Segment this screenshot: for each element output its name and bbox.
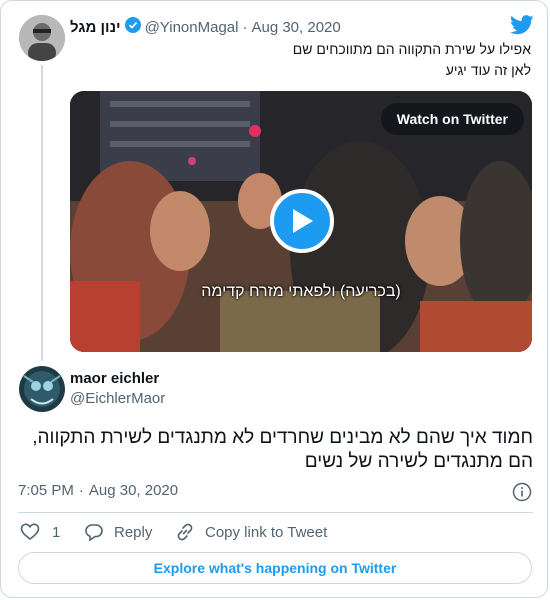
info-icon[interactable] xyxy=(512,482,532,507)
quoted-date[interactable]: Aug 30, 2020 xyxy=(251,19,340,36)
main-tweet-time[interactable]: 7:05 PM xyxy=(18,482,74,499)
thread-connector-line xyxy=(41,65,43,361)
main-tweet-separator: · xyxy=(78,482,84,499)
main-author-name[interactable]: maor eichler xyxy=(70,370,159,387)
quoted-text-line-2: לאן זה עוד יגיע xyxy=(445,62,531,78)
main-tweet-date[interactable]: Aug 30, 2020 xyxy=(89,482,178,499)
link-icon xyxy=(177,523,193,541)
tweet-embed-card: ינון מגל @YinonMagal · Aug 30, 2020 אפיל… xyxy=(0,0,548,598)
main-avatar[interactable] xyxy=(19,366,65,412)
like-count: 1 xyxy=(52,523,61,541)
video-subtitle: (בכריעה) ולפאתי מזרח קדימה xyxy=(201,283,401,300)
reply-button[interactable]: Reply xyxy=(84,522,152,542)
play-button[interactable] xyxy=(270,189,334,253)
video-thumbnail[interactable]: Watch on Twitter (בכריעה) ולפאתי מזרח קד… xyxy=(70,91,532,352)
quoted-separator: · xyxy=(242,19,248,36)
copy-link-label: Copy link to Tweet xyxy=(205,523,328,541)
main-author-handle[interactable]: @EichlerMaor xyxy=(70,390,165,407)
explore-twitter-button[interactable]: Explore what's happening on Twitter xyxy=(18,552,532,584)
quoted-author-handle[interactable]: @YinonMagal xyxy=(145,19,239,36)
play-icon xyxy=(293,209,313,233)
divider xyxy=(18,512,533,513)
quoted-avatar[interactable] xyxy=(19,15,65,61)
verified-badge-icon xyxy=(124,17,141,38)
twitter-bird-icon[interactable] xyxy=(510,15,534,40)
heart-icon xyxy=(20,523,40,541)
quoted-text-line-1: אפילו על שירת התקווה הם מתווכחים שם xyxy=(292,41,531,57)
watch-on-twitter-button[interactable]: Watch on Twitter xyxy=(380,103,524,135)
quoted-author-name[interactable]: ינון מגל xyxy=(70,19,121,36)
copy-link-button[interactable]: Copy link to Tweet xyxy=(175,522,327,542)
main-tweet-text: חמוד איך שהם לא מבינים שחרדים לא מתנגדים… xyxy=(32,427,533,472)
reply-label: Reply xyxy=(114,523,153,541)
reply-icon xyxy=(85,524,103,542)
like-button[interactable]: 1 xyxy=(20,522,60,542)
